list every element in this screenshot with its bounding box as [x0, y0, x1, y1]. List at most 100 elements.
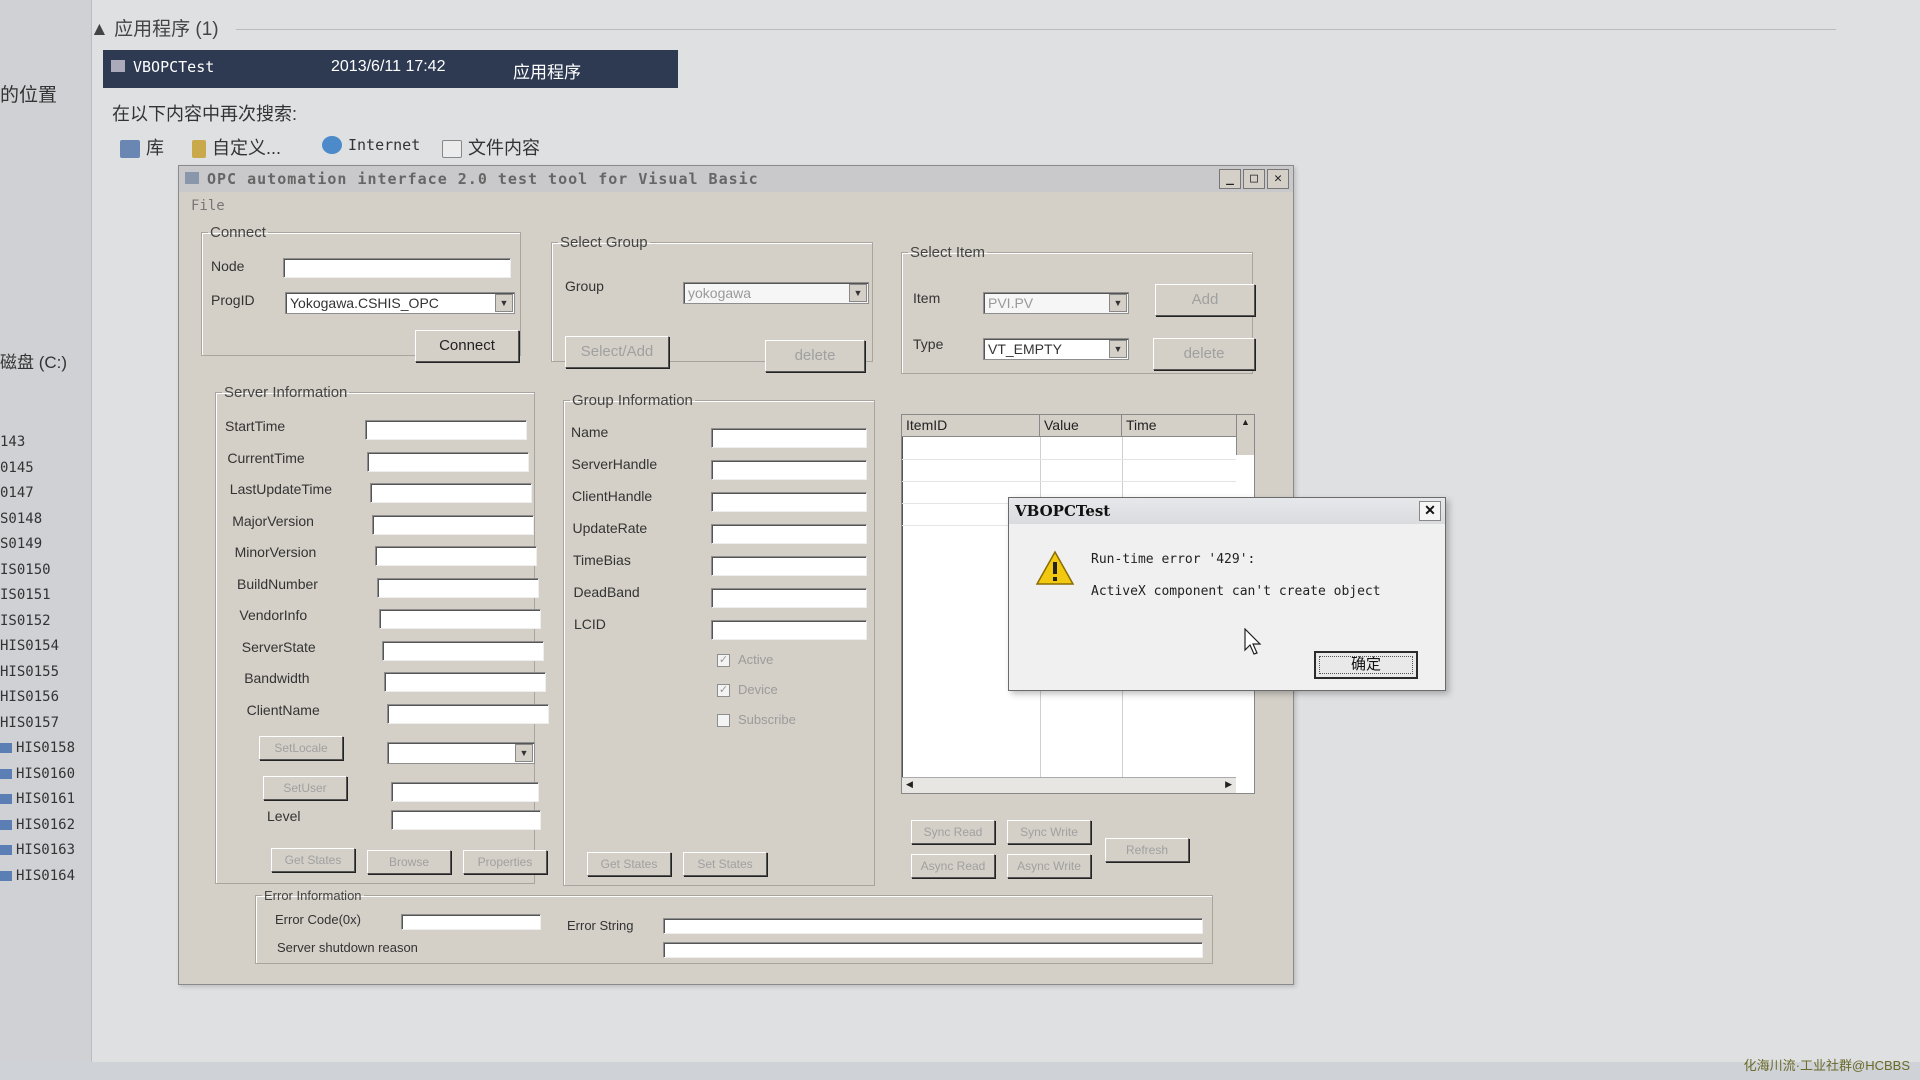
properties-button[interactable]: Properties: [463, 850, 547, 874]
tree-item[interactable]: IS0151: [0, 587, 51, 603]
drive-label[interactable]: 磁盘 (C:): [0, 348, 67, 373]
tree-item[interactable]: 143: [0, 434, 25, 450]
group-delete-button[interactable]: delete: [765, 340, 865, 372]
tree-item[interactable]: 0147: [0, 485, 34, 501]
library-icon: [120, 140, 140, 159]
sync-write-button[interactable]: Sync Write: [1007, 820, 1091, 844]
connect-button[interactable]: Connect: [415, 330, 519, 362]
refresh-button[interactable]: Refresh: [1105, 838, 1189, 862]
error-code-label: Error Code(0x): [275, 912, 361, 927]
item-delete-button[interactable]: delete: [1153, 338, 1255, 370]
tree-item[interactable]: HIS0157: [0, 715, 59, 731]
chevron-down-icon[interactable]: ▼: [1109, 340, 1127, 358]
group-set-states-button[interactable]: Set States: [683, 852, 767, 876]
subscribe-checkbox[interactable]: Subscribe: [717, 712, 796, 728]
tree-item[interactable]: HIS0155: [0, 664, 59, 680]
group-label: Group: [565, 278, 604, 294]
tree-item[interactable]: 0145: [0, 460, 34, 476]
user-input[interactable]: [391, 782, 539, 802]
scroll-up-icon[interactable]: ▲: [1241, 417, 1250, 427]
chevron-down-icon[interactable]: ▼: [515, 744, 533, 762]
column-value[interactable]: Value: [1040, 415, 1122, 437]
result-date: 2013/6/11 17:42: [331, 58, 446, 75]
tree-item[interactable]: HIS0158: [0, 740, 75, 756]
group-get-states-button[interactable]: Get States: [587, 852, 671, 876]
locale-select[interactable]: ▼: [387, 742, 535, 764]
dialog-close-button[interactable]: ✕: [1419, 501, 1441, 521]
node-input[interactable]: [283, 258, 511, 278]
sync-read-button[interactable]: Sync Read: [911, 820, 995, 844]
level-input[interactable]: [391, 810, 541, 830]
dialog-title: VBOPCTest: [1015, 502, 1111, 520]
menu-file[interactable]: File: [191, 198, 225, 214]
server-field-value: [377, 577, 539, 598]
scroll-right-icon[interactable]: ▶: [1225, 779, 1232, 790]
tree-item-label: S0148: [0, 510, 43, 527]
tree-item[interactable]: HIS0161: [0, 791, 75, 807]
scope-file-contents[interactable]: 文件内容: [442, 134, 540, 160]
collapse-icon[interactable]: ▲: [90, 19, 109, 40]
scope-file-contents-label: 文件内容: [468, 138, 540, 158]
tree-item[interactable]: S0149: [0, 536, 42, 552]
runtime-error-dialog: VBOPCTest ✕ Run-time error '429': Active…: [1008, 497, 1446, 691]
tree-item[interactable]: HIS0162: [0, 817, 75, 833]
tree-item-label: 0147: [0, 485, 34, 501]
scope-library-label: 库: [146, 138, 164, 158]
select-add-button[interactable]: Select/Add: [565, 336, 669, 368]
horizontal-scrollbar[interactable]: ◀ ▶: [902, 777, 1236, 793]
type-select[interactable]: VT_EMPTY ▼: [983, 338, 1129, 360]
close-button[interactable]: ✕: [1267, 169, 1289, 189]
minimize-button[interactable]: _: [1219, 169, 1241, 189]
tree-item[interactable]: HIS0163: [0, 842, 75, 858]
scope-library[interactable]: 库: [120, 134, 164, 160]
tree-item[interactable]: HIS0164: [0, 868, 75, 884]
tree-item[interactable]: IS0152: [0, 613, 51, 629]
scroll-left-icon[interactable]: ◀: [906, 779, 913, 790]
ok-button[interactable]: 确定: [1314, 651, 1418, 679]
vertical-scrollbar[interactable]: ▲: [1236, 415, 1254, 455]
chevron-down-icon[interactable]: ▼: [1109, 294, 1127, 312]
chevron-down-icon[interactable]: ▼: [495, 294, 513, 312]
column-time[interactable]: Time: [1122, 415, 1238, 437]
tree-item[interactable]: HIS0156: [0, 689, 59, 705]
group-select[interactable]: yokogawa ▼: [683, 282, 869, 304]
tree-item-label: IS0150: [0, 561, 51, 578]
add-item-button[interactable]: Add: [1155, 284, 1255, 316]
column-itemid[interactable]: ItemID: [902, 415, 1040, 437]
search-result-row[interactable]: VBOPCTest 2013/6/11 17:42 应用程序: [103, 50, 678, 88]
scope-internet[interactable]: Internet: [322, 134, 420, 155]
error-info-legend: Error Information: [264, 888, 362, 903]
server-field-value: [374, 546, 537, 566]
tree-item[interactable]: HIS0160: [0, 766, 75, 782]
error-message-line1: Run-time error '429':: [1091, 552, 1256, 567]
setuser-button[interactable]: SetUser: [263, 776, 347, 800]
server-field-value: [369, 483, 532, 503]
setlocale-button[interactable]: SetLocale: [259, 736, 343, 760]
server-get-states-button[interactable]: Get States: [271, 848, 355, 872]
tree-item[interactable]: IS0150: [0, 562, 51, 578]
internet-icon: [322, 136, 342, 155]
progid-select[interactable]: Yokogawa.CSHIS_OPC ▼: [285, 292, 515, 314]
tree-item[interactable]: HIS0154: [0, 638, 59, 654]
browse-button[interactable]: Browse: [367, 850, 451, 874]
chevron-down-icon[interactable]: ▼: [849, 284, 867, 302]
active-checkbox[interactable]: ✓ Active: [717, 652, 774, 668]
computer-icon: [0, 768, 12, 779]
async-read-button[interactable]: Async Read: [911, 854, 995, 878]
window-titlebar[interactable]: OPC automation interface 2.0 test tool f…: [179, 166, 1293, 192]
async-write-button[interactable]: Async Write: [1007, 854, 1091, 878]
scope-custom[interactable]: 自定义...: [192, 134, 281, 160]
dialog-titlebar[interactable]: VBOPCTest ✕: [1009, 498, 1445, 524]
tree-item[interactable]: S0148: [0, 511, 42, 527]
shutdown-reason-label: Server shutdown reason: [277, 940, 418, 955]
item-select[interactable]: PVI.PV ▼: [983, 292, 1129, 314]
group-field-label: ServerHandle: [571, 456, 658, 472]
maximize-button[interactable]: □: [1243, 169, 1265, 189]
subscribe-label: Subscribe: [738, 712, 796, 727]
device-checkbox[interactable]: ✓ Device: [717, 682, 778, 698]
checkbox-empty-icon: [717, 714, 730, 728]
result-group-header[interactable]: ▲ 应用程序 (1): [90, 14, 1836, 41]
active-label: Active: [738, 652, 774, 667]
tree-item-label: HIS0156: [0, 689, 60, 705]
computer-icon: [0, 870, 12, 881]
